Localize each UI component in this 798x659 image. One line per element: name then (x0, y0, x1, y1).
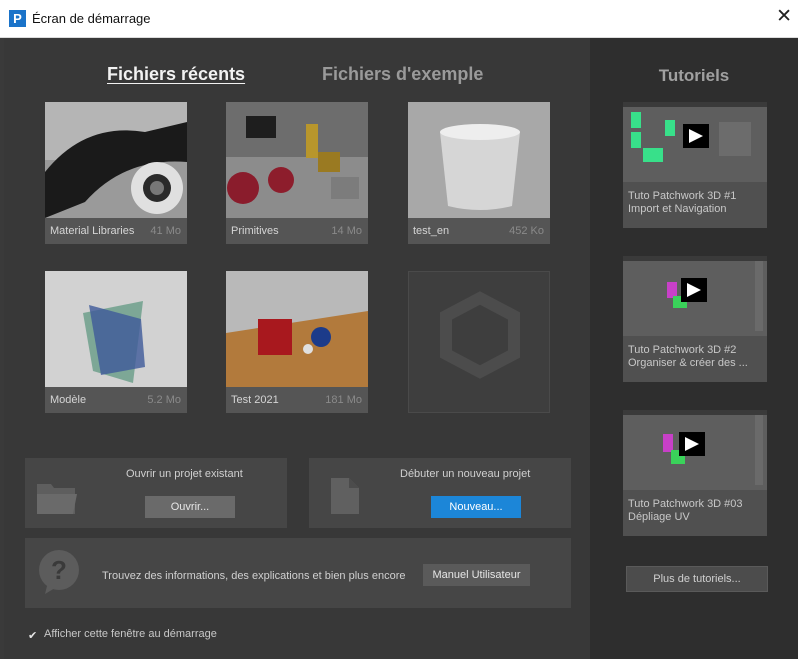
tutorial-subtitle-line: Import et Navigation (628, 203, 727, 215)
new-project-panel: Débuter un nouveau projet Nouveau... (309, 458, 571, 528)
tutorial-thumbnail (623, 410, 767, 490)
tutorial-subtitle-line: Dépliage UV (628, 511, 690, 523)
tutorial-thumbnail (623, 256, 767, 336)
tutorial-card[interactable]: Tuto Patchwork 3D #1 Import et Navigatio… (623, 102, 767, 228)
file-thumbnail (226, 271, 368, 387)
tutorial-caption: Tuto Patchwork 3D #03 Dépliage UV (628, 498, 764, 524)
file-name: test_en (413, 225, 450, 237)
file-size: 452 Ko (509, 225, 544, 237)
tutorial-title-line: Tuto Patchwork 3D #2 (628, 344, 737, 356)
help-panel: ? Trouvez des informations, des explicat… (25, 538, 571, 608)
svg-text:?: ? (51, 555, 67, 585)
tutorial-thumbnail (623, 102, 767, 182)
tab-example-files[interactable]: Fichiers d'exemple (322, 64, 483, 85)
file-caption: test_en 452 Ko (408, 218, 550, 244)
recent-file-card[interactable]: Test 2021 181 Mo (226, 271, 368, 413)
user-manual-button[interactable]: Manuel Utilisateur (423, 564, 530, 586)
file-size: 14 Mo (331, 225, 362, 237)
file-size: 181 Mo (325, 394, 362, 406)
startup-checkbox[interactable]: ✔ (28, 629, 39, 642)
tutorials-sidebar: Tutoriels Tuto Patchwork 3D #1 Import et… (590, 38, 798, 659)
app-logo-icon: P (9, 10, 26, 27)
file-size: 5.2 Mo (147, 394, 181, 406)
file-caption: Material Libraries 41 Mo (45, 218, 187, 244)
tutorials-title: Tutoriels (658, 66, 730, 85)
recent-file-card[interactable]: Primitives 14 Mo (226, 102, 368, 244)
folder-icon (37, 484, 77, 514)
title-bar: P Écran de démarrage ✕ (0, 0, 798, 38)
tutorial-title-line: Tuto Patchwork 3D #03 (628, 498, 743, 510)
recent-file-card[interactable]: test_en 452 Ko (408, 102, 550, 244)
window-title: Écran de démarrage (32, 11, 151, 26)
file-caption: Modèle 5.2 Mo (45, 387, 187, 413)
file-thumbnail (408, 102, 550, 218)
tab-recent-files[interactable]: Fichiers récents (107, 64, 245, 85)
close-icon[interactable]: ✕ (776, 7, 792, 27)
new-button[interactable]: Nouveau... (431, 496, 521, 518)
help-question-icon: ? (39, 550, 79, 594)
tutorial-card[interactable]: Tuto Patchwork 3D #2 Organiser & créer d… (623, 256, 767, 382)
file-caption: Test 2021 181 Mo (226, 387, 368, 413)
tutorial-title-line: Tuto Patchwork 3D #1 (628, 190, 737, 202)
open-project-panel: Ouvrir un projet existant Ouvrir... (25, 458, 287, 528)
file-caption: Primitives 14 Mo (226, 218, 368, 244)
recent-file-card[interactable]: Modèle 5.2 Mo (45, 271, 187, 413)
more-tutorials-button[interactable]: Plus de tutoriels... (626, 566, 768, 592)
new-document-icon (331, 478, 359, 514)
new-panel-title: Débuter un nouveau projet (400, 468, 531, 480)
file-thumbnail (45, 102, 187, 218)
empty-file-slot (408, 271, 550, 413)
hexagon-placeholder-icon (440, 291, 520, 379)
tutorial-caption: Tuto Patchwork 3D #1 Import et Navigatio… (628, 190, 764, 216)
help-text: Trouvez des informations, des explicatio… (102, 570, 406, 582)
file-name: Modèle (50, 394, 87, 406)
file-name: Primitives (231, 225, 279, 237)
file-thumbnail (45, 271, 187, 387)
tutorial-caption: Tuto Patchwork 3D #2 Organiser & créer d… (628, 344, 764, 370)
tutorial-card[interactable]: Tuto Patchwork 3D #03 Dépliage UV (623, 410, 767, 536)
startup-checkbox-row: ✔ Afficher cette fenêtre au démarrage (28, 628, 217, 642)
main-panel: Fichiers récents Fichiers d'exemple Mate… (4, 38, 590, 659)
open-button[interactable]: Ouvrir... (145, 496, 235, 518)
file-thumbnail (226, 102, 368, 218)
file-size: 41 Mo (150, 225, 181, 237)
open-panel-title: Ouvrir un projet existant (126, 468, 243, 480)
recent-file-card[interactable]: Material Libraries 41 Mo (45, 102, 187, 244)
file-name: Test 2021 (231, 394, 279, 406)
tutorial-subtitle-line: Organiser & créer des ... (628, 357, 748, 369)
file-name: Material Libraries (50, 225, 135, 237)
startup-checkbox-label: Afficher cette fenêtre au démarrage (44, 628, 217, 640)
